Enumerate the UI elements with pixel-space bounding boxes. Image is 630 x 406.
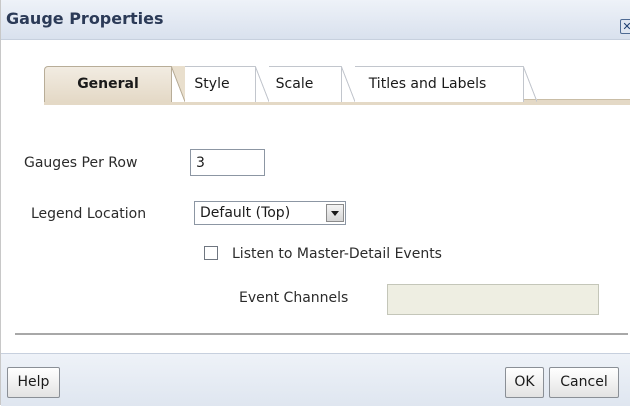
legend-location-value: Default (Top) — [200, 205, 291, 221]
listen-master-detail-checkbox[interactable] — [204, 246, 218, 260]
gauge-properties-dialog: Gauge Properties ✕ Titles and Labels Sca… — [0, 0, 630, 406]
tab-general[interactable]: General — [44, 66, 185, 102]
dialog-titlebar: Gauge Properties ✕ — [1, 0, 630, 40]
tab-label: Style — [194, 76, 230, 92]
chevron-down-icon[interactable] — [326, 204, 344, 222]
event-channels-label: Event Channels — [239, 290, 349, 306]
gauges-per-row-label: Gauges Per Row — [24, 155, 138, 171]
close-icon[interactable]: ✕ — [620, 19, 630, 34]
event-channels-input[interactable] — [387, 284, 599, 315]
legend-location-select[interactable]: Default (Top) — [194, 201, 346, 225]
gauges-per-row-input[interactable] — [190, 149, 265, 176]
help-button[interactable]: Help — [7, 367, 60, 398]
tab-titles-and-labels[interactable]: Titles and Labels — [331, 66, 537, 102]
dialog-title: Gauge Properties — [6, 9, 164, 28]
tab-label: Scale — [275, 76, 314, 92]
divider — [15, 333, 628, 335]
dialog-footer: Help OK Cancel — [1, 353, 630, 406]
tab-label: General — [77, 76, 139, 92]
listen-master-detail-label: Listen to Master-Detail Events — [232, 246, 442, 262]
ok-button[interactable]: OK — [505, 367, 544, 398]
tab-label: Titles and Labels — [368, 76, 487, 92]
cancel-button[interactable]: Cancel — [549, 367, 619, 398]
legend-location-label: Legend Location — [31, 206, 147, 222]
